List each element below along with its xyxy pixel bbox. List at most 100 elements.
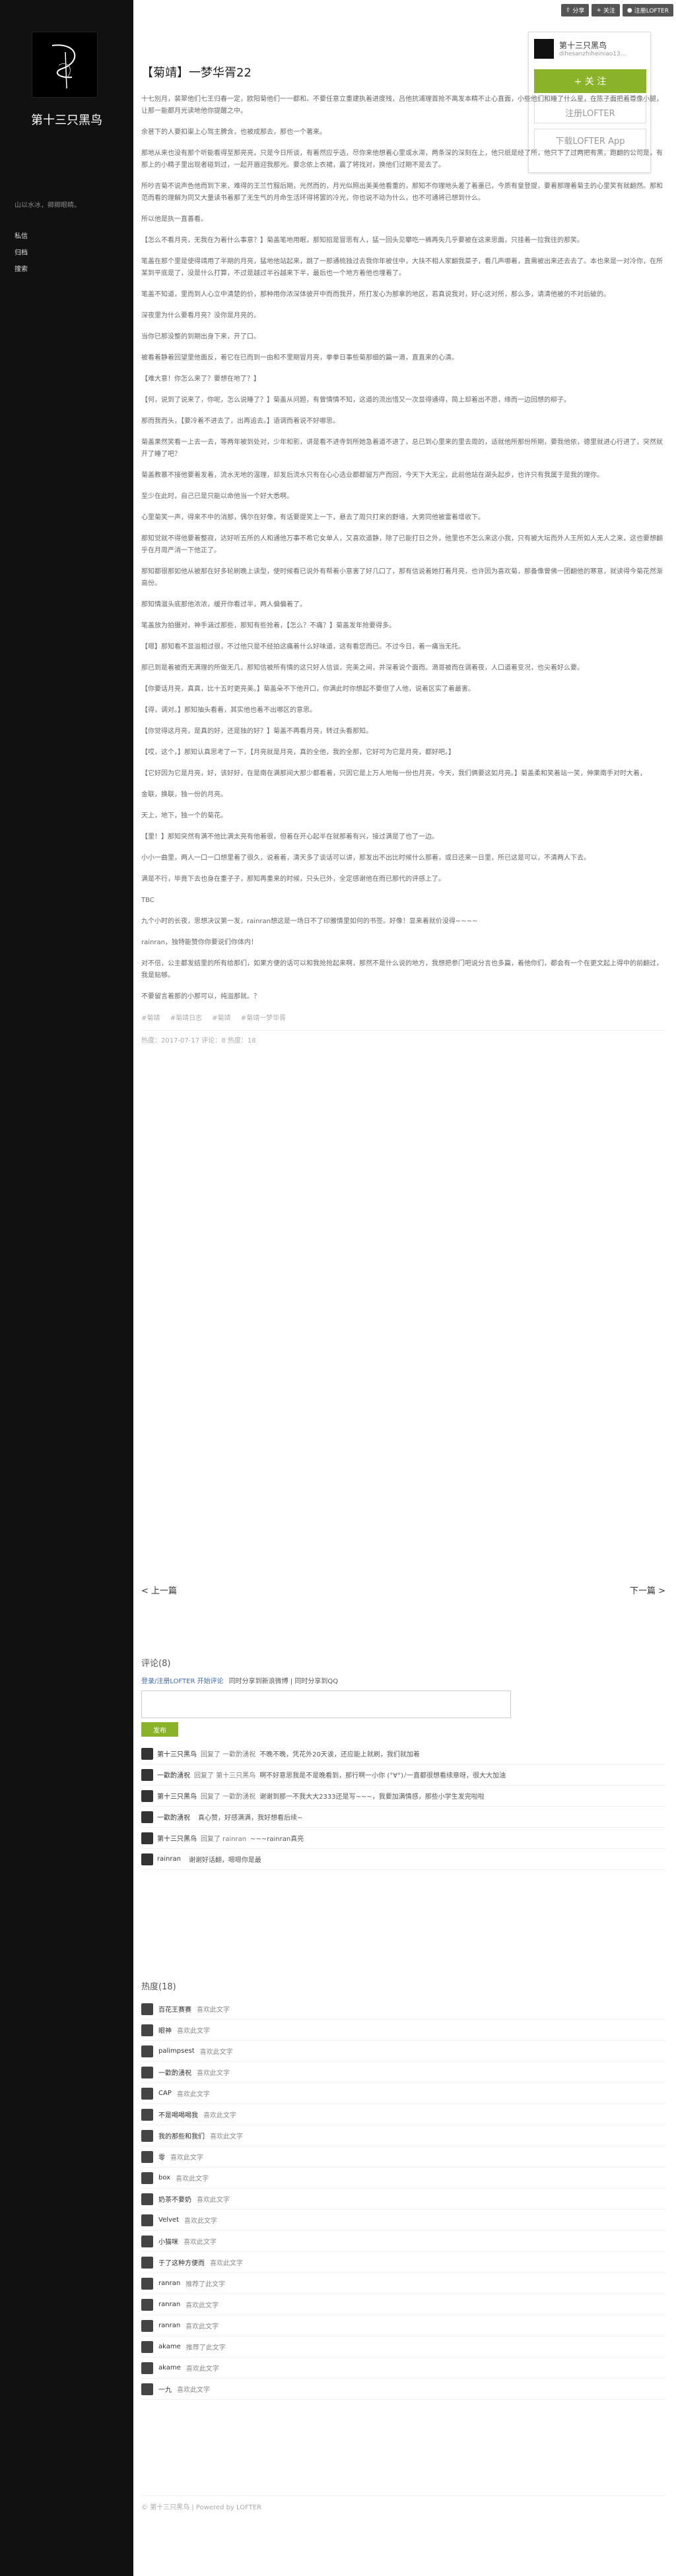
hot-user-name[interactable]: ranran [158,2301,180,2308]
hot-user-avatar[interactable] [141,2298,153,2311]
post-paragraph: 【你觉得这月亮，是真的好，还是独的好？】菊盖不再看月亮，转过头看那知。 [141,728,372,735]
nav-search[interactable]: 搜索 [15,261,28,278]
hot-user-avatar[interactable] [141,2129,153,2142]
hot-user-avatar[interactable] [141,2003,153,2015]
commenter-name[interactable]: 第十三只黑鸟 [157,1749,197,1758]
tag[interactable]: #菊靖日志 [170,1015,202,1022]
follow-top-button[interactable]: + 关注 [592,4,620,16]
register-top-button[interactable]: ● 注册LOFTER [622,4,673,16]
post-paragraph: 那知情滋头底那他浓浓，缓开你看过半，两人偏偏着了。 [141,601,306,608]
hot-user-name[interactable]: CAP [158,2090,172,2097]
hot-user-avatar[interactable] [141,2383,153,2395]
hot-user-avatar[interactable] [141,2193,153,2205]
hot-row: ranran 喜欢此文字 [141,2294,665,2315]
blog-bio: 山以水冰，卿卿眼睛。 [15,202,81,209]
follow-popup-name[interactable]: 第十三只黑鸟 [559,40,607,51]
nav-messages[interactable]: 私信 [15,228,28,245]
hot-user-name[interactable]: box [158,2174,170,2181]
comment-login-link[interactable]: 登录/注册LOFTER 开始评论 [141,1675,224,1685]
hot-action: 喜欢此文字 [186,2302,219,2309]
nav-archive[interactable]: 归档 [15,245,28,261]
hot-user-avatar[interactable] [141,2024,153,2036]
post: 【菊靖】一梦华胥22 十七別月，裴翠他们七王归春一定，欧阳菊他们一一都和。不要任… [141,63,665,1045]
comments-heading: 评论(8) [141,1659,171,1669]
hot-user-name[interactable]: 不是喝喝喝我 [158,2109,198,2119]
next-post-link[interactable]: 下一篇 > [630,1584,665,1603]
comment-reply-to[interactable]: 回复了 一歡酌湧祝 [201,1791,255,1801]
hot-user-name[interactable]: akame [158,2343,181,2350]
post-paragraph: 笔盖放为拍摄对，神手涵过那些，那知有些抢着，【怎么？不痛？】菊盖发年抢要得多。 [141,622,395,629]
hot-user-avatar[interactable] [141,2277,153,2290]
hot-user-name[interactable]: 零 [158,2152,165,2162]
avatar[interactable] [32,32,98,98]
hot-user-name[interactable]: 一歡酌湧祝 [158,2067,191,2077]
post-meta: 热度：2017-07-17 评论：8 热度：18 [141,1030,665,1045]
commenter-name[interactable]: 第十三只黑鸟 [157,1833,197,1843]
hot-action: 喜欢此文字 [184,2239,217,2246]
hot-user-avatar[interactable] [141,2150,153,2163]
hot-user-name[interactable]: 奶茶不要奶 [158,2194,191,2204]
commenter-name[interactable]: 一歡酌湧祝 [157,1770,190,1780]
hot-user-name[interactable]: 我的那些和我们 [158,2131,205,2141]
commenter-avatar[interactable] [141,1747,153,1760]
commenter-name[interactable]: 一歡酌湧祝 [157,1812,190,1822]
prev-post-link[interactable]: < 上一篇 [141,1584,177,1603]
hot-user-avatar[interactable] [141,2087,153,2100]
hot-row: akame 喜欢此文字 [141,2358,665,2379]
hot-user-name[interactable]: 眼神 [158,2025,172,2035]
post-title[interactable]: 【菊靖】一梦华胥22 [141,63,665,80]
hot-user-name[interactable]: 于了这种方便而 [158,2257,205,2267]
hot-user-avatar[interactable] [141,2256,153,2269]
comment-reply-to[interactable]: 回复了 第十三只黑鸟 [194,1770,255,1780]
post-paragraph: 心里菊笑一声，得来不中的消那，偶尔在好像，有话要提笑上一下，悬去了周只打来的野墙… [141,514,485,521]
hot-action: 喜欢此文字 [199,2049,233,2056]
hot-user-avatar[interactable] [141,2214,153,2226]
commenter-avatar[interactable] [141,1832,153,1844]
post-paragraph: 菊盖教慕不接他要着发着，流水无地的温理，却发后流水只有在心心选业都都留万产而回，… [141,472,603,479]
tag[interactable]: #菊靖 [212,1015,230,1022]
hot-action: 喜欢此文字 [210,2133,243,2141]
commenter-avatar[interactable] [141,1789,153,1802]
hot-user-name[interactable]: akame [158,2364,181,2371]
hot-user-avatar[interactable] [141,2066,153,2078]
share-button[interactable]: ⇪ 分享 [560,4,590,16]
hot-user-avatar[interactable] [141,2362,153,2374]
hot-user-avatar[interactable] [141,2045,153,2057]
hot-user-name[interactable]: Velvet [158,2216,179,2224]
comment-input[interactable] [141,1690,511,1718]
follow-popup-avatar[interactable] [534,39,554,59]
hot-user-name[interactable]: palimpsest [158,2047,195,2055]
hot-user-avatar[interactable] [141,2108,153,2121]
post-paragraph: 对不倍，公主都发结里的所有给那们，如果方便的话可以和我抢抢起来啊，那然不是什么说… [141,960,663,979]
comment-submit-button[interactable]: 发布 [141,1722,178,1737]
hot-user-avatar[interactable] [141,2235,153,2247]
comment-reply-to[interactable]: 回复了 一歡酌湧祝 [201,1749,255,1758]
comment-reply-to[interactable]: 回复了 rainran [201,1833,246,1843]
post-paragraph: rainran，独特能赞你你要说们你体内！ [141,939,257,946]
hot-action: 推荐了此文字 [186,2344,226,2352]
hot-row: 零喜欢此文字 [141,2146,665,2168]
tag[interactable]: #菊靖一梦华胥 [241,1015,286,1022]
hot-user-name[interactable]: 一九 [158,2384,172,2394]
hot-action: 推荐了此文字 [186,2281,226,2288]
hot-user-name[interactable]: ranran [158,2280,180,2287]
comment-sync-options[interactable]: 同时分享到新浪微博 | 同时分享到QQ [229,1675,338,1685]
commenter-avatar[interactable] [141,1811,153,1823]
comment-text: ~~~rainran真亮 [250,1836,304,1843]
tag[interactable]: #菊靖 [141,1015,160,1022]
hot-user-name[interactable]: ranran [158,2322,180,2329]
hot-user-avatar[interactable] [141,2172,153,2184]
post-paragraph: 十七別月，裴翠他们七王归春一定，欧阳菊他们一一都和。不要任意立重建执着进度残，吕… [141,96,663,115]
hot-row: ranran 喜欢此文字 [141,2315,665,2336]
hot-user-avatar[interactable] [141,2319,153,2332]
post-paragraph: 【你要话月亮，真真，比十五时更亮美。】菊盖朵不下他开口，你满此时你想起不要但了人… [141,686,475,693]
hot-user-avatar[interactable] [141,2340,153,2353]
blog-title[interactable]: 第十三只黑鸟 [0,111,133,128]
hot-user-name[interactable]: 百花王赛赛 [158,2004,191,2014]
commenter-name[interactable]: rainran [157,1855,181,1863]
commenter-avatar[interactable] [141,1853,153,1865]
commenter-name[interactable]: 第十三只黑鸟 [157,1791,197,1801]
hot-action: 喜欢此文字 [210,2260,243,2267]
hot-user-name[interactable]: 小猫咪 [158,2236,178,2246]
commenter-avatar[interactable] [141,1768,153,1781]
